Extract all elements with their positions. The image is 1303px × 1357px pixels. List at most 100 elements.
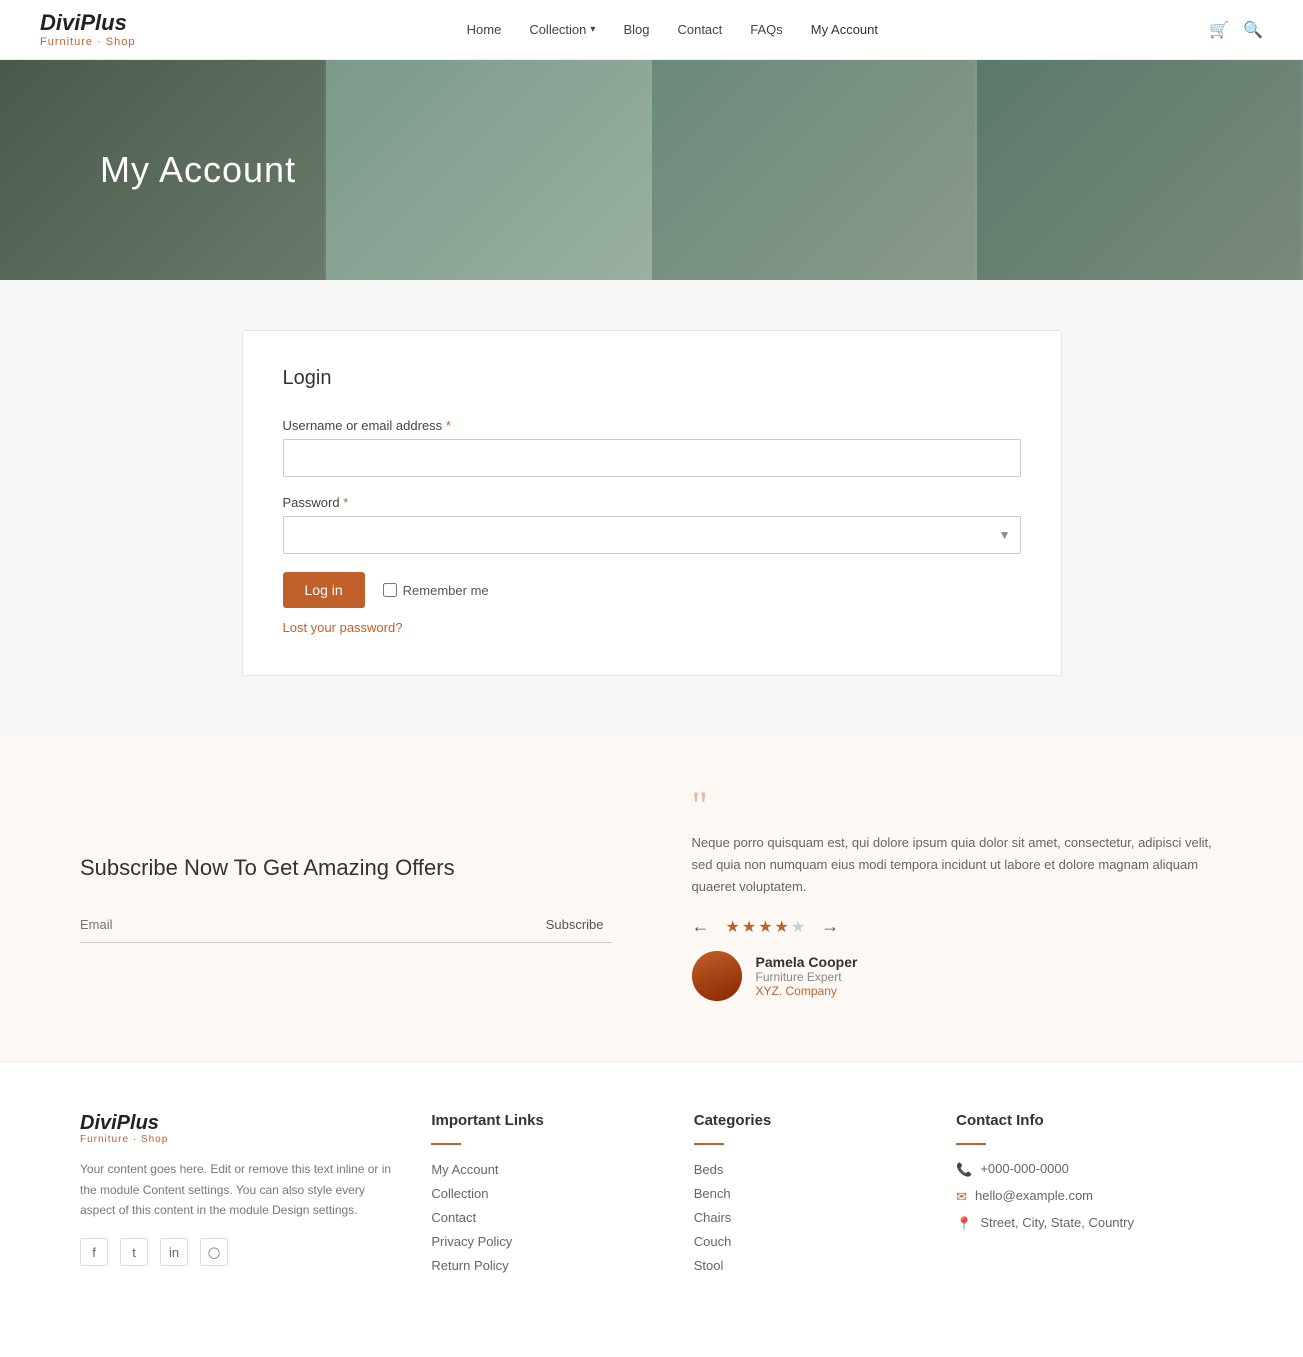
star-1: ★ [726, 917, 740, 937]
contact-phone: 📞 +000-000-0000 [956, 1161, 1223, 1178]
list-item: Beds [694, 1161, 916, 1177]
footer-contact-title: Contact Info [956, 1112, 1223, 1129]
remember-me-label[interactable]: Remember me [383, 583, 489, 598]
testimonial-nav: ← ★ ★ ★ ★ ★ → [692, 916, 1224, 937]
subscribe-title: Subscribe Now To Get Amazing Offers [80, 854, 612, 883]
password-group: Password * ▼ [283, 495, 1021, 554]
lost-password-link[interactable]: Lost your password? [283, 620, 1021, 635]
footer-divider-links [431, 1143, 461, 1145]
footer-link-contact[interactable]: Contact [431, 1210, 476, 1225]
author-name: Pamela Cooper [756, 954, 858, 970]
author-role: Furniture Expert [756, 970, 858, 984]
footer-cat-bench[interactable]: Bench [694, 1186, 731, 1201]
subscribe-column: Subscribe Now To Get Amazing Offers Subs… [80, 796, 612, 1001]
main-content: Login Username or email address * Passwo… [0, 280, 1303, 736]
logo-text: DiviPlus [40, 11, 135, 35]
social-twitter[interactable]: t [120, 1238, 148, 1266]
password-required: * [343, 495, 348, 510]
star-2: ★ [742, 917, 756, 937]
password-input[interactable] [283, 516, 1021, 554]
cart-icon[interactable]: 🛒 [1209, 20, 1229, 40]
testimonial-column: " Neque porro quisquam est, qui dolore i… [692, 796, 1224, 1001]
login-title: Login [283, 367, 1021, 390]
contact-address: 📍 Street, City, State, Country [956, 1215, 1223, 1232]
footer-divider-contact [956, 1143, 986, 1145]
phone-icon: 📞 [956, 1162, 972, 1178]
logo[interactable]: DiviPlus Furniture · Shop [40, 11, 135, 47]
author-info: Pamela Cooper Furniture Expert XYZ. Comp… [756, 954, 858, 998]
author-company: XYZ. Company [756, 984, 858, 998]
testimonial-next-button[interactable]: → [821, 916, 839, 937]
nav-home[interactable]: Home [467, 22, 502, 37]
list-item: Return Policy [431, 1257, 653, 1273]
footer-cat-stool[interactable]: Stool [694, 1258, 724, 1273]
nav-contact[interactable]: Contact [677, 22, 722, 37]
list-item: My Account [431, 1161, 653, 1177]
footer-logo-sub: Furniture · Shop [80, 1134, 391, 1145]
contact-email: ✉ hello@example.com [956, 1188, 1223, 1205]
star-5: ★ [791, 917, 805, 937]
footer-logo-text: DiviPlus [80, 1112, 391, 1134]
footer-cat-chairs[interactable]: Chairs [694, 1210, 732, 1225]
nav-my-account[interactable]: My Account [811, 22, 878, 37]
testimonial-prev-button[interactable]: ← [692, 916, 710, 937]
list-item: Contact [431, 1209, 653, 1225]
footer-link-my-account[interactable]: My Account [431, 1162, 498, 1177]
quote-icon: " [692, 796, 1224, 816]
subscribe-form: Subscribe [80, 913, 612, 943]
footer-col-brand: DiviPlus Furniture · Shop Your content g… [80, 1112, 391, 1281]
header-icons: 🛒 🔍 [1209, 20, 1263, 40]
footer-links-title: Important Links [431, 1112, 653, 1129]
list-item: Stool [694, 1257, 916, 1273]
footer-cat-beds[interactable]: Beds [694, 1162, 724, 1177]
form-actions: Log in Remember me [283, 572, 1021, 608]
location-icon: 📍 [956, 1216, 972, 1232]
email-icon: ✉ [956, 1189, 967, 1205]
list-item: Privacy Policy [431, 1233, 653, 1249]
footer-cat-couch[interactable]: Couch [694, 1234, 732, 1249]
author-avatar [692, 951, 742, 1001]
footer-divider-categories [694, 1143, 724, 1145]
login-card: Login Username or email address * Passwo… [242, 330, 1062, 676]
star-3: ★ [758, 917, 772, 937]
site-header: DiviPlus Furniture · Shop Home Collectio… [0, 0, 1303, 60]
footer-categories-list: Beds Bench Chairs Couch Stool [694, 1161, 916, 1273]
subscribe-testimonial-section: Subscribe Now To Get Amazing Offers Subs… [0, 736, 1303, 1061]
footer-link-return[interactable]: Return Policy [431, 1258, 508, 1273]
footer-links-list: My Account Collection Contact Privacy Po… [431, 1161, 653, 1273]
subscribe-email-input[interactable] [80, 913, 538, 936]
hero-section: My Account [0, 60, 1303, 280]
social-linkedin[interactable]: in [160, 1238, 188, 1266]
remember-me-checkbox[interactable] [383, 583, 397, 597]
search-icon[interactable]: 🔍 [1243, 20, 1263, 40]
password-wrapper: ▼ [283, 516, 1021, 554]
testimonial-text: Neque porro quisquam est, qui dolore ips… [692, 832, 1224, 898]
username-input[interactable] [283, 439, 1021, 477]
footer-link-collection[interactable]: Collection [431, 1186, 488, 1201]
username-label: Username or email address * [283, 418, 1021, 433]
star-4: ★ [775, 917, 789, 937]
footer-link-privacy[interactable]: Privacy Policy [431, 1234, 512, 1249]
social-facebook[interactable]: f [80, 1238, 108, 1266]
subscribe-button[interactable]: Subscribe [538, 913, 612, 936]
password-toggle-button[interactable]: ▼ [999, 528, 1011, 542]
username-group: Username or email address * [283, 418, 1021, 477]
chevron-down-icon: ▾ [590, 24, 595, 35]
list-item: Bench [694, 1185, 916, 1201]
hero-panel-2 [326, 60, 652, 280]
site-footer: DiviPlus Furniture · Shop Your content g… [0, 1061, 1303, 1321]
nav-collection[interactable]: Collection ▾ [529, 22, 595, 37]
list-item: Chairs [694, 1209, 916, 1225]
login-button[interactable]: Log in [283, 572, 365, 608]
social-instagram[interactable]: ◯ [200, 1238, 228, 1266]
footer-description: Your content goes here. Edit or remove t… [80, 1159, 391, 1220]
nav-faqs[interactable]: FAQs [750, 22, 783, 37]
star-rating: ★ ★ ★ ★ ★ [726, 917, 806, 937]
list-item: Couch [694, 1233, 916, 1249]
page-title: My Account [0, 149, 296, 191]
footer-grid: DiviPlus Furniture · Shop Your content g… [80, 1112, 1223, 1281]
footer-socials: f t in ◯ [80, 1238, 391, 1266]
avatar-image [692, 951, 742, 1001]
nav-blog[interactable]: Blog [623, 22, 649, 37]
hero-panel-4 [977, 60, 1303, 280]
